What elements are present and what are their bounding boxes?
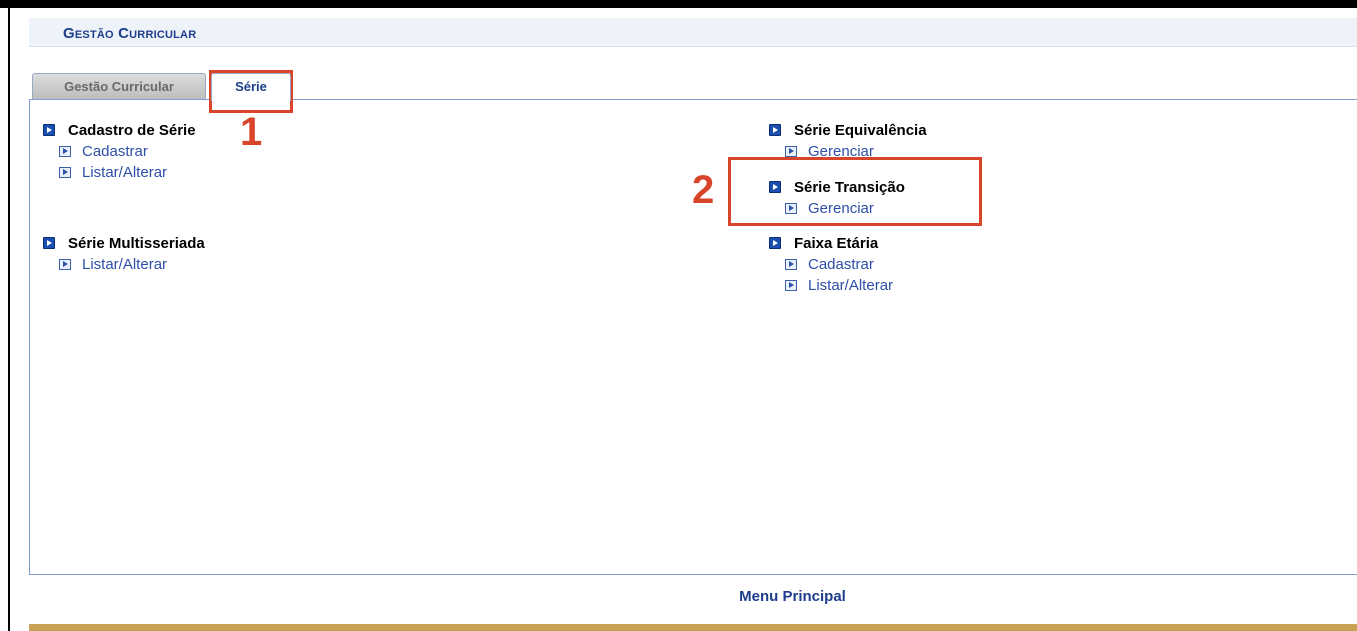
- tab-serie[interactable]: Série: [211, 73, 291, 101]
- group-title-serie-equivalencia: Série Equivalência: [794, 121, 927, 139]
- window-left-border: [8, 8, 10, 631]
- arrow-right-icon: [785, 259, 797, 270]
- arrow-right-icon: [785, 146, 797, 157]
- group-faixa-etaria: Faixa Etária Cadastrar Listar/Alterar: [769, 232, 893, 296]
- section-bullet-icon: [43, 124, 55, 136]
- page-header: Gestão Curricular: [29, 18, 1357, 47]
- link-cadastrar-serie[interactable]: Cadastrar: [59, 141, 196, 162]
- arrow-right-icon: [59, 167, 71, 178]
- group-title-faixa-etaria: Faixa Etária: [794, 234, 879, 252]
- arrow-right-icon: [785, 280, 797, 291]
- section-bullet-icon: [769, 181, 781, 193]
- group-title-serie-transicao: Série Transição: [794, 178, 905, 196]
- group-cadastro-de-serie: Cadastro de Série Cadastrar Listar/Alter…: [43, 119, 196, 183]
- arrow-right-icon: [785, 203, 797, 214]
- arrow-right-icon: [59, 259, 71, 270]
- link-gerenciar-transicao[interactable]: Gerenciar: [785, 198, 905, 219]
- footer-bar: [29, 624, 1357, 631]
- section-bullet-icon: [43, 237, 55, 249]
- link-listar-alterar-faixa-etaria[interactable]: Listar/Alterar: [785, 275, 893, 296]
- link-listar-alterar-serie[interactable]: Listar/Alterar: [59, 162, 196, 183]
- group-serie-multisseriada: Série Multisseriada Listar/Alterar: [43, 232, 205, 275]
- group-serie-transicao: Série Transição Gerenciar: [769, 176, 905, 219]
- window-top-border: [0, 0, 1357, 8]
- link-cadastrar-faixa-etaria[interactable]: Cadastrar: [785, 254, 893, 275]
- page-title: Gestão Curricular: [63, 25, 197, 42]
- step-number-1: 1: [240, 110, 263, 154]
- group-title-cadastro-de-serie: Cadastro de Série: [68, 121, 196, 139]
- link-gerenciar-equivalencia[interactable]: Gerenciar: [785, 141, 927, 162]
- group-title-serie-multisseriada: Série Multisseriada: [68, 234, 205, 252]
- link-listar-alterar-multisseriada[interactable]: Listar/Alterar: [59, 254, 205, 275]
- tab-gestao-curricular[interactable]: Gestão Curricular: [32, 73, 206, 100]
- step-number-2: 2: [692, 168, 715, 212]
- section-bullet-icon: [769, 124, 781, 136]
- section-bullet-icon: [769, 237, 781, 249]
- group-serie-equivalencia: Série Equivalência Gerenciar: [769, 119, 927, 162]
- menu-principal-link[interactable]: Menu Principal: [0, 588, 1357, 605]
- arrow-right-icon: [59, 146, 71, 157]
